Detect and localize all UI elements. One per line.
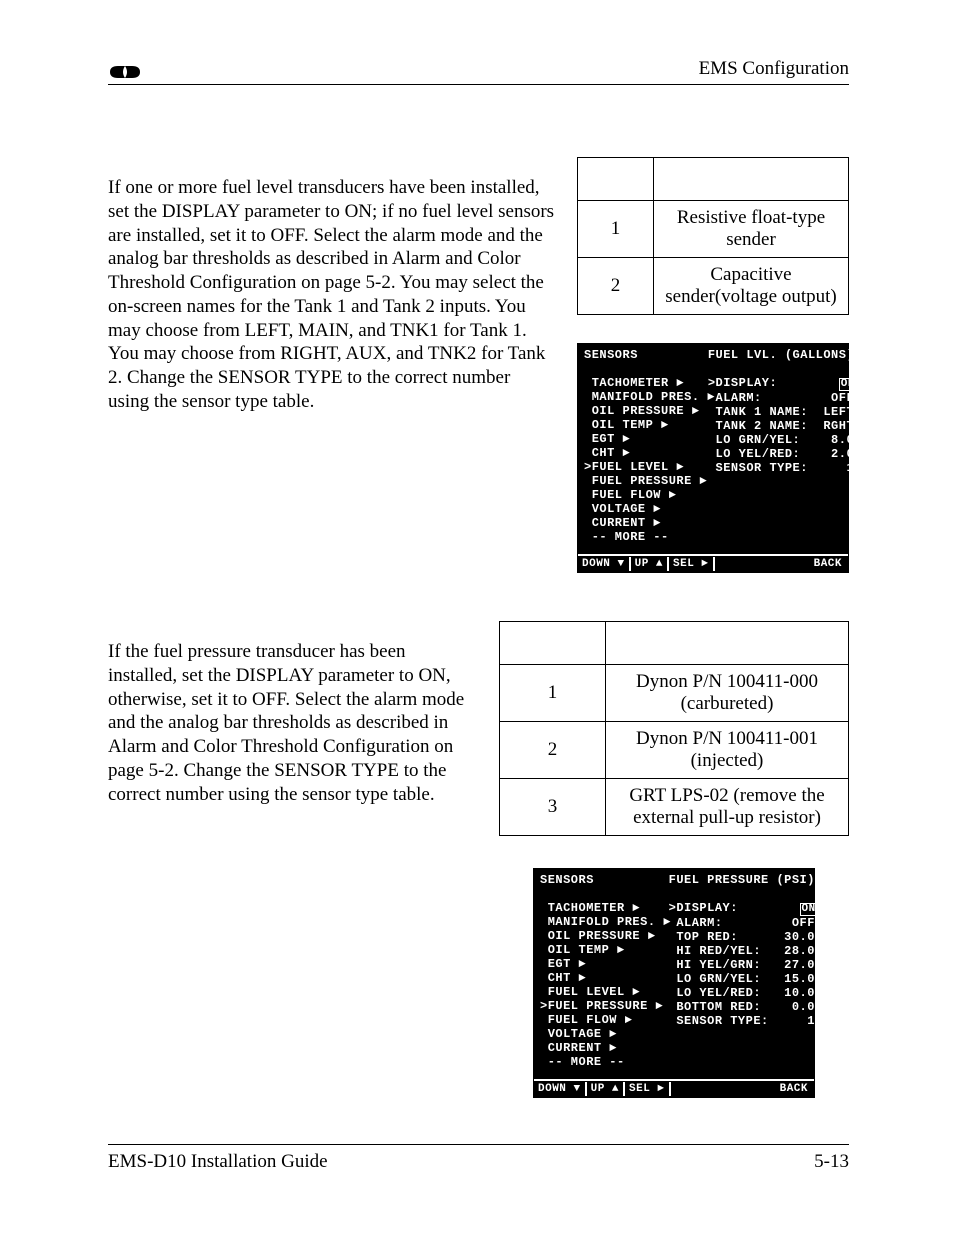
fuel-level-section: 1 Resistive float-type sender 2 Capaciti… bbox=[108, 157, 849, 573]
sensor-type-num: 1 bbox=[578, 201, 654, 258]
sensor-type-desc: Dynon P/N 100411-001 (injected) bbox=[606, 722, 849, 779]
page-footer: EMS-D10 Installation Guide 5-13 bbox=[108, 1144, 849, 1173]
header-section-title: EMS Configuration bbox=[699, 58, 849, 80]
fuel-pressure-lcd-screenshot: SENSORS TACHOMETER ► MANIFOLD PRES. ► OI… bbox=[533, 868, 815, 1098]
softkey-down: DOWN ▼ bbox=[534, 1082, 587, 1096]
fuel-pressure-section: 1 Dynon P/N 100411-000 (carbureted) 2 Dy… bbox=[108, 621, 849, 1098]
footer-guide-title: EMS-D10 Installation Guide bbox=[108, 1151, 328, 1173]
softkey-up: UP ▲ bbox=[631, 557, 669, 571]
sensor-type-desc: Resistive float-type sender bbox=[654, 201, 849, 258]
fuel-level-lcd-screenshot: SENSORS TACHOMETER ► MANIFOLD PRES. ► OI… bbox=[577, 343, 849, 573]
lcd-left-column: SENSORS TACHOMETER ► MANIFOLD PRES. ► OI… bbox=[584, 348, 708, 544]
softkey-back: BACK bbox=[776, 1082, 814, 1096]
fuel-pressure-paragraph: If the fuel pressure transducer has been… bbox=[108, 640, 478, 806]
table-row: 2 Dynon P/N 100411-001 (injected) bbox=[500, 722, 849, 779]
softkey-sel: SEL ► bbox=[625, 1082, 671, 1096]
fuel-pressure-sensor-table: 1 Dynon P/N 100411-000 (carbureted) 2 Dy… bbox=[499, 621, 849, 836]
table-row: 1 Resistive float-type sender bbox=[578, 201, 849, 258]
dynon-logo-icon bbox=[108, 64, 142, 80]
lcd-softkey-bar: DOWN ▼ UP ▲ SEL ► BACK bbox=[534, 1079, 814, 1097]
softkey-sel: SEL ► bbox=[669, 557, 715, 571]
sensor-type-desc: Capacitive sender(voltage output) bbox=[654, 258, 849, 315]
footer-page-number: 5-13 bbox=[814, 1151, 849, 1173]
lcd-softkey-bar: DOWN ▼ UP ▲ SEL ► BACK bbox=[578, 554, 848, 572]
sensor-type-num: 3 bbox=[500, 779, 606, 836]
sensor-type-num: 2 bbox=[500, 722, 606, 779]
sensor-type-num: 2 bbox=[578, 258, 654, 315]
table-row: 2 Capacitive sender(voltage output) bbox=[578, 258, 849, 315]
table-row: 3 GRT LPS-02 (remove the external pull-u… bbox=[500, 779, 849, 836]
table-row: 1 Dynon P/N 100411-000 (carbureted) bbox=[500, 665, 849, 722]
lcd-right-column: FUEL PRESSURE (PSI) >DISPLAY: ON ALARM: … bbox=[669, 873, 808, 1069]
sensor-type-num: 1 bbox=[500, 665, 606, 722]
fuel-level-sensor-table: 1 Resistive float-type sender 2 Capaciti… bbox=[577, 157, 849, 315]
page-header: EMS Configuration bbox=[108, 58, 849, 85]
softkey-down: DOWN ▼ bbox=[578, 557, 631, 571]
softkey-back: BACK bbox=[810, 557, 848, 571]
lcd-left-column: SENSORS TACHOMETER ► MANIFOLD PRES. ► OI… bbox=[540, 873, 669, 1069]
sensor-type-desc: Dynon P/N 100411-000 (carbureted) bbox=[606, 665, 849, 722]
sensor-type-desc: GRT LPS-02 (remove the external pull-up … bbox=[606, 779, 849, 836]
softkey-up: UP ▲ bbox=[587, 1082, 625, 1096]
lcd-right-column: FUEL LVL. (GALLONS) >DISPLAY: ON ALARM: … bbox=[708, 348, 842, 544]
